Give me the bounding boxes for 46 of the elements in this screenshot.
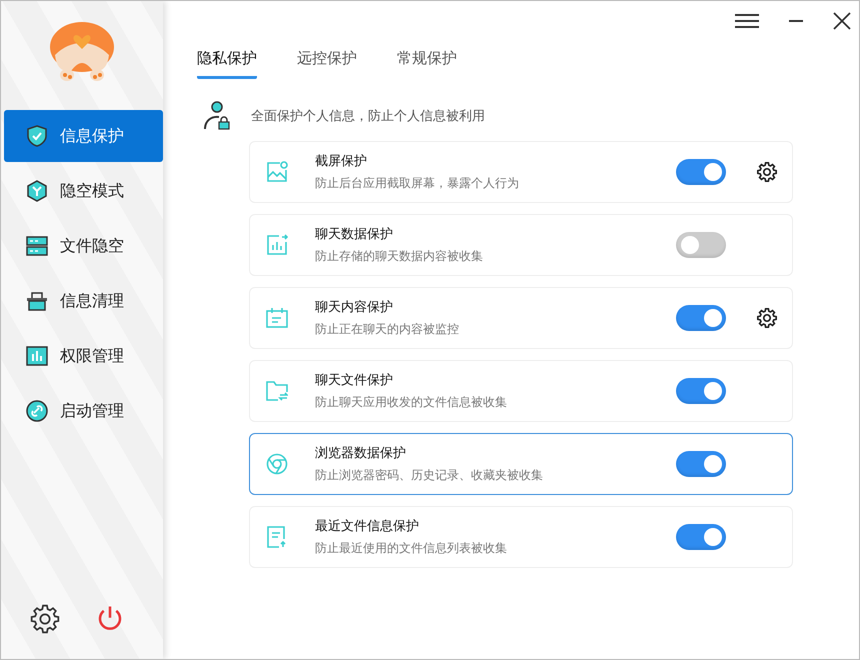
shield-icon — [26, 125, 48, 147]
link-icon — [26, 400, 48, 422]
settings-icon[interactable] — [756, 161, 778, 183]
settings-icon[interactable] — [29, 603, 61, 635]
menu-icon[interactable] — [735, 13, 759, 29]
setting-title: 最近文件信息保护 — [315, 518, 420, 535]
bar-chart-icon — [26, 345, 48, 367]
setting-title: 浏览器数据保护 — [315, 445, 407, 462]
setting-description: 防止最近使用的文件信息列表被收集 — [315, 540, 508, 557]
toggle-switch[interactable] — [676, 451, 726, 477]
folder-icon — [266, 380, 288, 402]
setting-description: 防止聊天应用收发的文件信息被收集 — [315, 394, 508, 411]
setting-description: 防止存储的聊天数据内容被收集 — [315, 248, 484, 265]
tab[interactable]: 常规保护 — [397, 49, 457, 79]
toggle-switch[interactable] — [676, 524, 726, 550]
tab[interactable]: 远控保护 — [297, 49, 357, 79]
toggle-switch[interactable] — [676, 378, 726, 404]
toggle-switch[interactable] — [676, 305, 726, 331]
setting-description: 防止正在聊天的内容被监控 — [315, 321, 460, 338]
tab[interactable]: 隐私保护 — [197, 49, 257, 79]
intro-text: 全面保护个人信息，防止个人信息被利用 — [251, 108, 485, 125]
settings-icon[interactable] — [756, 307, 778, 329]
document-icon — [266, 526, 288, 548]
setting-title: 聊天内容保护 — [315, 299, 394, 316]
sidebar-item[interactable]: 权限管理 — [4, 330, 163, 382]
setting-title: 截屏保护 — [315, 153, 368, 170]
sidebar-item[interactable]: 信息清理 — [4, 275, 163, 327]
hexagon-icon — [26, 180, 48, 202]
setting-description: 防止浏览器密码、历史记录、收藏夹被收集 — [315, 467, 544, 484]
chart-icon — [266, 234, 288, 256]
sidebar-item[interactable]: 隐空模式 — [4, 165, 163, 217]
image-icon — [266, 161, 288, 183]
toggle-switch[interactable] — [676, 232, 726, 258]
basket-icon — [26, 290, 48, 312]
sidebar-item[interactable]: 启动管理 — [4, 385, 163, 437]
toggle-switch[interactable] — [676, 159, 726, 185]
close-icon[interactable] — [833, 12, 851, 30]
sidebar-item[interactable]: 信息保护 — [4, 110, 163, 162]
calendar-icon — [266, 307, 288, 329]
browser-icon — [266, 453, 288, 475]
setting-title: 聊天数据保护 — [315, 226, 394, 243]
sidebar-item[interactable]: 文件隐空 — [4, 220, 163, 272]
user-lock-icon — [203, 101, 231, 131]
server-icon — [26, 235, 48, 257]
setting-title: 聊天文件保护 — [315, 372, 394, 389]
setting-description: 防止后台应用截取屏幕，暴露个人行为 — [315, 175, 520, 192]
